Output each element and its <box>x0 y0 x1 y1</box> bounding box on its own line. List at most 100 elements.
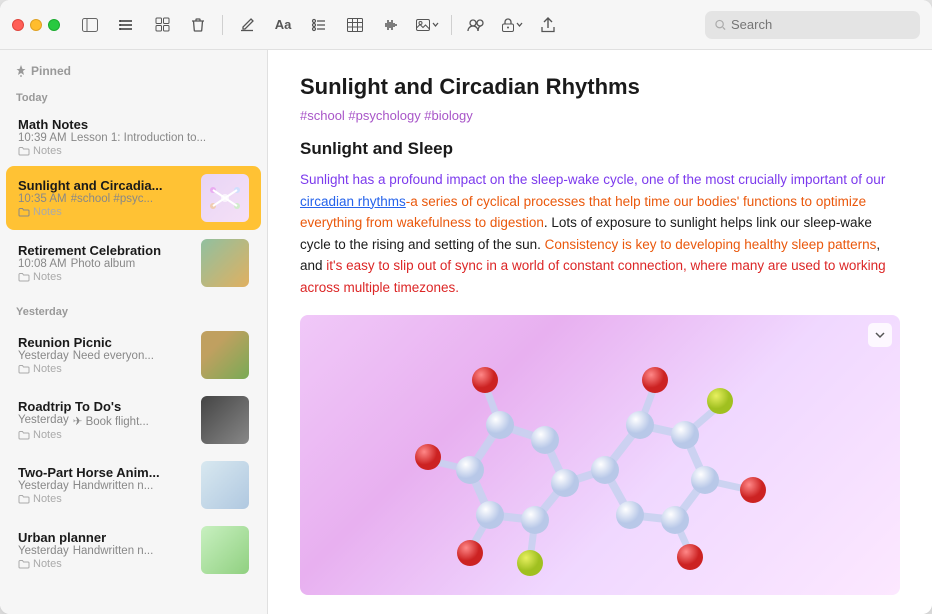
note-preview-sunlight: #school #psyc... <box>71 193 153 205</box>
note-time-picnic: Yesterday <box>18 350 69 362</box>
folder-label-horse: Notes <box>33 493 62 505</box>
note-item-picnic[interactable]: Reunion Picnic Yesterday Need everyon...… <box>6 323 261 387</box>
note-text-purple-1: Sunlight has a profound impact on the sl… <box>300 172 885 187</box>
note-info-retirement: Retirement Celebration 10:08 AM Photo al… <box>18 243 193 283</box>
note-time-urban: Yesterday <box>18 545 69 557</box>
note-title-urban: Urban planner <box>18 530 193 545</box>
note-tags: #school #psychology #biology <box>300 108 900 123</box>
media-icon <box>416 18 430 32</box>
note-time-sunlight: 10:35 AM <box>18 193 67 205</box>
lock-chevron-icon <box>516 21 523 28</box>
note-section-title: Sunlight and Sleep <box>300 139 900 159</box>
checklist-button[interactable] <box>305 11 333 39</box>
titlebar: Aa <box>0 0 932 50</box>
note-info-math: Math Notes 10:39 AM Lesson 1: Introducti… <box>18 117 249 157</box>
share-button[interactable] <box>534 11 562 39</box>
note-link-circadian[interactable]: circadian rhythms <box>300 194 406 209</box>
minimize-button[interactable] <box>30 19 42 31</box>
folder-label-urban: Notes <box>33 558 62 570</box>
folder-label-roadtrip: Notes <box>33 429 62 441</box>
note-time-roadtrip: Yesterday <box>18 414 69 428</box>
note-preview-retirement: Photo album <box>71 258 136 270</box>
collab-icon <box>467 18 485 32</box>
note-folder-math: Notes <box>18 145 249 157</box>
collab-button[interactable] <box>462 11 490 39</box>
note-thumbnail-picnic <box>201 331 249 379</box>
note-folder-retirement: Notes <box>18 271 193 283</box>
note-preview-picnic: Need everyon... <box>73 350 154 362</box>
table-button[interactable] <box>341 11 369 39</box>
note-meta-horse: Yesterday Handwritten n... <box>18 480 193 492</box>
note-info-picnic: Reunion Picnic Yesterday Need everyon...… <box>18 335 193 375</box>
sidebar-toggle-button[interactable] <box>76 11 104 39</box>
app-window: Aa <box>0 0 932 614</box>
folder-label-math: Notes <box>33 145 62 157</box>
checklist-icon <box>311 17 327 33</box>
list-view-button[interactable] <box>112 11 140 39</box>
note-preview-roadtrip: ✈ Book flight... <box>73 414 149 428</box>
molecule-thumbnail-icon <box>205 178 245 218</box>
search-input[interactable] <box>731 17 910 32</box>
delete-button[interactable] <box>184 11 212 39</box>
note-meta-roadtrip: Yesterday ✈ Book flight... <box>18 414 193 428</box>
folder-icon-roadtrip <box>18 430 30 440</box>
main-content: Pinned Today Math Notes 10:39 AM Lesson … <box>0 50 932 614</box>
note-meta-urban: Yesterday Handwritten n... <box>18 545 193 557</box>
note-time-retirement: 10:08 AM <box>18 258 67 270</box>
search-box[interactable] <box>705 11 920 39</box>
note-time-horse: Yesterday <box>18 480 69 492</box>
note-item-retirement[interactable]: Retirement Celebration 10:08 AM Photo al… <box>6 231 261 295</box>
pinned-label-text: Pinned <box>31 64 71 78</box>
yesterday-section-header: Yesterday <box>0 296 267 322</box>
note-folder-urban: Notes <box>18 558 193 570</box>
note-meta-retirement: 10:08 AM Photo album <box>18 258 193 270</box>
note-title-math: Math Notes <box>18 117 249 132</box>
audio-wave-icon <box>383 18 399 32</box>
search-icon <box>715 19 726 31</box>
note-item-sunlight[interactable]: Sunlight and Circadia... 10:35 AM #schoo… <box>6 166 261 230</box>
chevron-down-icon <box>432 21 439 28</box>
close-button[interactable] <box>12 19 24 31</box>
sidebar: Pinned Today Math Notes 10:39 AM Lesson … <box>0 50 268 614</box>
folder-icon-horse <box>18 494 30 504</box>
lock-button[interactable] <box>498 11 526 39</box>
media-button[interactable] <box>413 11 441 39</box>
chevron-down-small-icon <box>875 331 885 339</box>
table-icon <box>347 18 363 32</box>
note-title-horse: Two-Part Horse Anim... <box>18 465 193 480</box>
grid-view-button[interactable] <box>148 11 176 39</box>
note-folder-picnic: Notes <box>18 363 193 375</box>
note-folder-horse: Notes <box>18 493 193 505</box>
format-text-button[interactable]: Aa <box>269 11 297 39</box>
note-title-picnic: Reunion Picnic <box>18 335 193 350</box>
list-icon <box>118 18 134 32</box>
note-thumbnail-roadtrip <box>201 396 249 444</box>
maximize-button[interactable] <box>48 19 60 31</box>
note-meta-math: 10:39 AM Lesson 1: Introduction to... <box>18 132 249 144</box>
molecule-image <box>350 325 850 585</box>
note-item-urban[interactable]: Urban planner Yesterday Handwritten n...… <box>6 518 261 582</box>
share-icon <box>541 17 555 33</box>
pin-icon <box>16 65 26 77</box>
note-thumbnail-urban <box>201 526 249 574</box>
note-content-area: Sunlight and Circadian Rhythms #school #… <box>268 50 932 614</box>
folder-icon-picnic <box>18 364 30 374</box>
note-folder-roadtrip: Notes <box>18 429 193 441</box>
note-info-sunlight: Sunlight and Circadia... 10:35 AM #schoo… <box>18 178 193 218</box>
lock-icon <box>502 18 514 32</box>
note-item-horse[interactable]: Two-Part Horse Anim... Yesterday Handwri… <box>6 453 261 517</box>
note-title-roadtrip: Roadtrip To Do's <box>18 399 193 414</box>
folder-icon <box>18 146 30 156</box>
image-collapse-button[interactable] <box>868 323 892 347</box>
note-body: Sunlight has a profound impact on the sl… <box>300 169 900 299</box>
note-text-orange-2: Consistency is key to developing healthy… <box>545 237 877 252</box>
note-thumbnail-sunlight <box>201 174 249 222</box>
note-item-roadtrip[interactable]: Roadtrip To Do's Yesterday ✈ Book flight… <box>6 388 261 452</box>
note-thumbnail-retirement <box>201 239 249 287</box>
compose-button[interactable] <box>233 11 261 39</box>
traffic-lights <box>12 19 60 31</box>
audio-button[interactable] <box>377 11 405 39</box>
note-item-math[interactable]: Math Notes 10:39 AM Lesson 1: Introducti… <box>6 109 261 165</box>
trash-icon <box>191 17 205 33</box>
note-title-retirement: Retirement Celebration <box>18 243 193 258</box>
